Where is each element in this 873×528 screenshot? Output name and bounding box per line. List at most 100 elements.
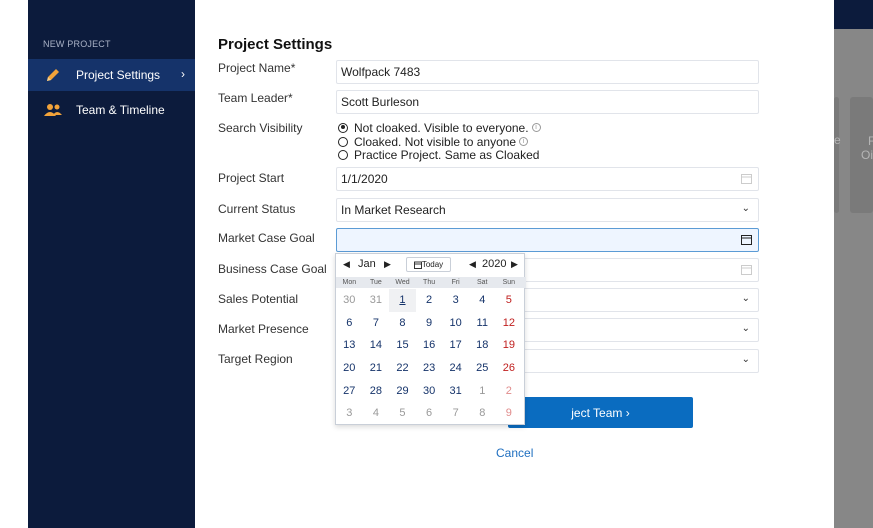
- chevron-down-icon: ⌄: [741, 354, 750, 365]
- calendar-day[interactable]: 7: [363, 312, 390, 335]
- weekday-label: Tue: [369, 279, 382, 286]
- calendar-day-today[interactable]: 1: [389, 289, 416, 312]
- calendar-day[interactable]: 26: [496, 357, 523, 380]
- weekday-label: Sat: [477, 279, 488, 286]
- calendar-day[interactable]: 31: [442, 380, 469, 403]
- calendar-day[interactable]: 2: [496, 380, 523, 403]
- weekday-label: Fri: [451, 279, 460, 286]
- radio-unselected[interactable]: [338, 149, 348, 160]
- calendar-day[interactable]: 9: [496, 402, 523, 425]
- calendar-day[interactable]: 8: [389, 312, 416, 335]
- calendar-day[interactable]: 29: [389, 380, 416, 403]
- background-card-text: F: [868, 134, 873, 148]
- calendar-day[interactable]: 3: [442, 289, 469, 312]
- month-label[interactable]: Jan: [358, 258, 376, 270]
- calendar-day[interactable]: 30: [416, 380, 443, 403]
- calendar-day[interactable]: 17: [442, 334, 469, 357]
- calendar-day[interactable]: 5: [389, 402, 416, 425]
- info-icon[interactable]: i: [531, 123, 541, 132]
- calendar-day[interactable]: 6: [416, 402, 443, 425]
- team-leader-input[interactable]: Scott Burleson: [336, 90, 759, 114]
- project-settings-form: Project Settings Project Name* Wolfpack …: [195, 0, 834, 528]
- calendar-day[interactable]: 16: [416, 334, 443, 357]
- project-name-value: Wolfpack 7483: [341, 65, 421, 79]
- week-row: 27 28 29 30 31 1 2: [336, 380, 526, 403]
- team-leader-label: Team Leader*: [218, 91, 293, 105]
- calendar-day[interactable]: 11: [469, 312, 496, 335]
- project-start-input[interactable]: 1/1/2020: [336, 167, 759, 191]
- calendar-day[interactable]: 4: [363, 402, 390, 425]
- calendar-day[interactable]: 19: [496, 334, 523, 357]
- visibility-option-not-cloaked[interactable]: Not cloaked. Visible to everyone. i: [338, 120, 541, 135]
- current-status-label: Current Status: [218, 202, 296, 216]
- market-presence-label: Market Presence: [218, 322, 309, 336]
- calendar-icon[interactable]: [741, 173, 752, 184]
- radio-selected[interactable]: [338, 122, 348, 133]
- calendar-day[interactable]: 1: [469, 380, 496, 403]
- calendar-day[interactable]: 15: [389, 334, 416, 357]
- next-year-icon[interactable]: ▶: [511, 259, 518, 270]
- calendar-day[interactable]: 9: [416, 312, 443, 335]
- calendar-day[interactable]: 21: [363, 357, 390, 380]
- week-row: 30 31 1 2 3 4 5: [336, 289, 526, 312]
- project-name-label: Project Name*: [218, 61, 296, 75]
- prev-year-icon[interactable]: ◀: [469, 259, 476, 270]
- date-picker: ◀ Jan ▶ Today ◀ 2020 ▶ Mon Tue Wed Thu F…: [335, 253, 526, 425]
- year-label[interactable]: 2020: [482, 258, 506, 270]
- calendar-day[interactable]: 2: [416, 289, 443, 312]
- sidebar-item-label: Project Settings: [76, 68, 161, 82]
- weekday-label: Wed: [395, 279, 410, 286]
- calendar-day[interactable]: 23: [416, 357, 443, 380]
- week-row: 13 14 15 16 17 18 19: [336, 334, 526, 357]
- calendar-day[interactable]: 5: [496, 289, 523, 312]
- chevron-down-icon: ⌄: [741, 203, 750, 214]
- calendar-day[interactable]: 12: [496, 312, 523, 335]
- calendar-day[interactable]: 10: [442, 312, 469, 335]
- calendar-day[interactable]: 30: [336, 289, 363, 312]
- radio-label: Not cloaked. Visible to everyone.: [354, 120, 529, 135]
- calendar-day[interactable]: 14: [363, 334, 390, 357]
- calendar-day[interactable]: 24: [442, 357, 469, 380]
- background-card-text: Oi: [861, 148, 873, 162]
- radio-unselected[interactable]: [338, 136, 348, 147]
- week-row: 6 7 8 9 10 11 12: [336, 312, 526, 335]
- pencil-icon: [44, 66, 62, 84]
- calendar-icon[interactable]: [741, 234, 752, 245]
- current-status-select[interactable]: In Market Research ⌄: [336, 198, 759, 222]
- calendar-day[interactable]: 8: [469, 402, 496, 425]
- calendar-day[interactable]: 25: [469, 357, 496, 380]
- calendar-day[interactable]: 20: [336, 357, 363, 380]
- next-month-icon[interactable]: ▶: [384, 259, 391, 270]
- weekday-label: Thu: [423, 279, 436, 286]
- calendar-day[interactable]: 31: [363, 289, 390, 312]
- page-title: Project Settings: [218, 36, 333, 53]
- weekday-label: Sun: [502, 279, 516, 286]
- prev-month-icon[interactable]: ◀: [343, 259, 350, 270]
- calendar-day[interactable]: 18: [469, 334, 496, 357]
- sidebar-item-team-timeline[interactable]: Team & Timeline: [28, 94, 195, 126]
- chevron-right-icon: ›: [181, 67, 185, 81]
- calendar-icon[interactable]: [741, 264, 752, 275]
- info-icon[interactable]: i: [519, 137, 529, 146]
- visibility-option-cloaked[interactable]: Cloaked. Not visible to anyone i: [338, 135, 529, 149]
- market-case-goal-input[interactable]: [336, 228, 759, 252]
- today-button[interactable]: Today: [406, 257, 451, 272]
- current-status-value: In Market Research: [341, 203, 446, 217]
- calendar-day[interactable]: 7: [442, 402, 469, 425]
- project-name-input[interactable]: Wolfpack 7483: [336, 60, 759, 84]
- business-case-goal-label: Business Case Goal: [218, 262, 327, 276]
- calendar-day[interactable]: 22: [389, 357, 416, 380]
- calendar-day[interactable]: 13: [336, 334, 363, 357]
- cancel-link[interactable]: Cancel: [496, 446, 533, 460]
- calendar-day[interactable]: 3: [336, 402, 363, 425]
- team-icon: [44, 101, 62, 119]
- calendar-day[interactable]: 27: [336, 380, 363, 403]
- visibility-option-practice[interactable]: Practice Project. Same as Cloaked: [338, 148, 539, 162]
- continue-project-team-button[interactable]: ject Team ›: [508, 397, 693, 428]
- sidebar-item-project-settings[interactable]: Project Settings ›: [28, 59, 195, 91]
- weekday-label: Mon: [342, 279, 357, 286]
- calendar-icon: [413, 261, 422, 269]
- calendar-day[interactable]: 4: [469, 289, 496, 312]
- calendar-day[interactable]: 28: [363, 380, 390, 403]
- calendar-day[interactable]: 6: [336, 312, 363, 335]
